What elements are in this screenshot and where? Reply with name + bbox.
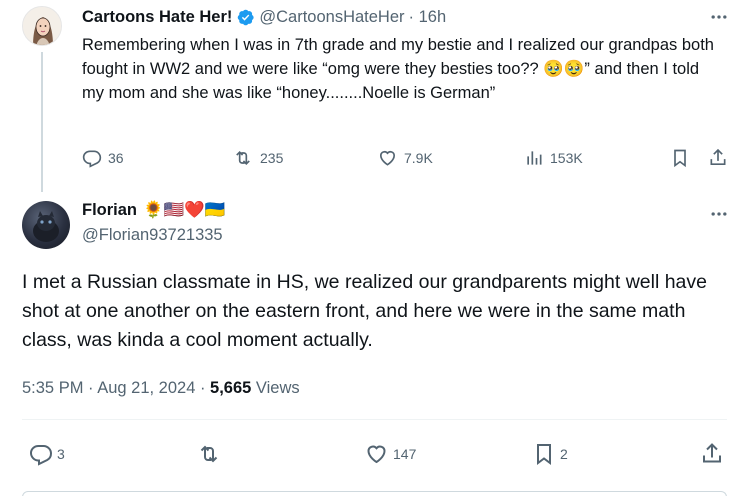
parent-avatar[interactable] [22, 6, 62, 46]
reply-name-row: Florian 🌻🇺🇸❤️🇺🇦 [82, 201, 225, 220]
reply-icon [29, 445, 53, 466]
reply-bookmark-count: 2 [560, 446, 568, 462]
reply-tweet-text: I met a Russian classmate in HS, we real… [22, 271, 707, 351]
tweet-meta: 5:35 PM · Aug 21, 2024 · 5,665 Views [22, 379, 300, 398]
repost-button[interactable]: 235 [232, 148, 283, 168]
parent-time[interactable]: · 16h [409, 8, 447, 27]
reply-handle[interactable]: @Florian93721335 [82, 226, 223, 245]
reply-repost-button[interactable] [196, 442, 222, 466]
reply-composer-edge[interactable] [22, 491, 727, 496]
views-count: 153K [550, 150, 583, 166]
reply-views-count: 5,665 [210, 379, 252, 397]
views-icon [527, 151, 542, 165]
heart-icon [367, 445, 386, 464]
parent-avatar-column [22, 6, 62, 192]
parent-tweet-text: Remembering when I was in 7th grade and … [82, 36, 714, 102]
like-count: 7.9K [404, 150, 433, 166]
heart-icon [379, 150, 396, 166]
views-button[interactable]: 153K [524, 148, 583, 168]
parent-tweet[interactable]: Cartoons Hate Her! @CartoonsHateHer · 16… [0, 0, 747, 192]
reply-avatar[interactable] [22, 201, 70, 249]
reply-tweet[interactable]: Florian 🌻🇺🇸❤️🇺🇦 @Florian93721335 I met a… [0, 186, 747, 496]
parent-display-name[interactable]: Cartoons Hate Her! [82, 8, 232, 27]
views-label: Views [251, 379, 300, 397]
name-emojis: 🌻🇺🇸❤️🇺🇦 [143, 201, 226, 219]
reply-icon [82, 150, 102, 168]
reply-count: 36 [108, 150, 124, 166]
reply-reply-count: 3 [57, 446, 65, 462]
reply-button[interactable]: 36 [82, 148, 124, 168]
share-icon [703, 443, 721, 463]
thread-line [41, 52, 43, 192]
reply-display-name[interactable]: Florian [82, 201, 137, 220]
divider [22, 419, 727, 420]
reply-like-button[interactable]: 147 [364, 442, 416, 466]
reply-like-count: 147 [393, 446, 417, 462]
reply-share-button[interactable] [700, 441, 724, 466]
repost-count: 235 [260, 150, 284, 166]
parent-handle[interactable]: @CartoonsHateHer [259, 8, 404, 27]
share-icon [710, 148, 726, 165]
verified-badge-icon[interactable] [236, 8, 255, 27]
parent-header: Cartoons Hate Her! @CartoonsHateHer · 16… [82, 6, 446, 28]
reply-more-icon[interactable] [708, 203, 730, 225]
repost-icon [200, 445, 218, 463]
share-button[interactable] [708, 147, 728, 168]
bookmark-button[interactable] [670, 148, 690, 168]
more-icon[interactable] [708, 6, 730, 28]
bookmark-icon [537, 444, 551, 465]
reply-bookmark-button[interactable]: 2 [532, 442, 568, 466]
repost-icon [236, 150, 250, 166]
bookmark-icon [674, 149, 686, 168]
like-button[interactable]: 7.9K [377, 148, 433, 168]
timestamp[interactable]: 5:35 PM · Aug 21, 2024 · [22, 379, 210, 397]
reply-reply-button[interactable]: 3 [29, 442, 65, 466]
